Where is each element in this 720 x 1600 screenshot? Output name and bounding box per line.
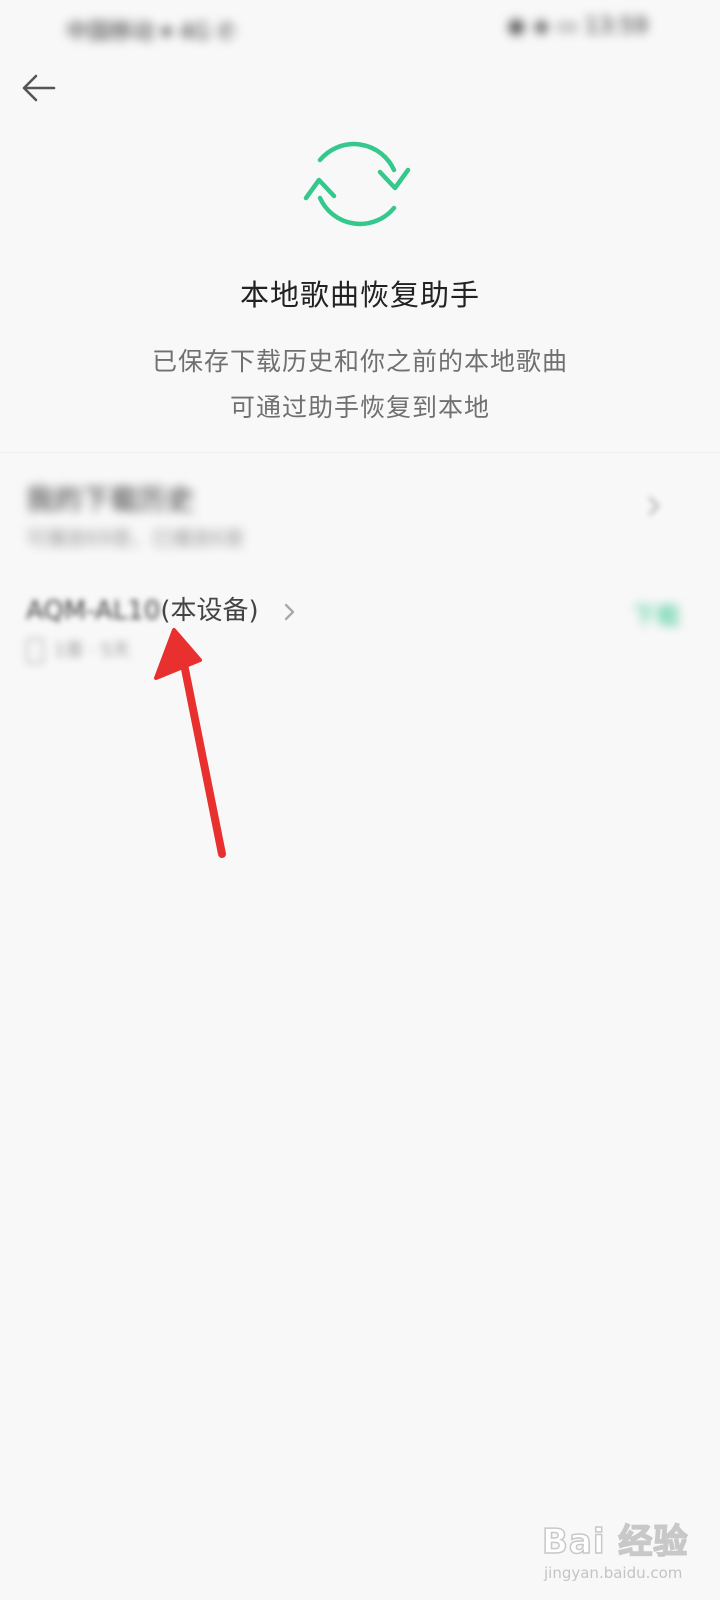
watermark-logo: Bai 经验 bbox=[541, 1521, 689, 1563]
download-history-row[interactable]: 我的下载历史 可播放69首，已播放6首 bbox=[0, 466, 720, 566]
download-history-title: 我的下载历史 bbox=[26, 483, 195, 516]
device-row: AQM-AL10(本设备) 1首 · 5天 下载 bbox=[0, 580, 720, 680]
chevron-right-icon bbox=[648, 496, 660, 516]
phone-icon bbox=[26, 638, 44, 664]
chevron-right-icon bbox=[284, 603, 295, 620]
status-indicators: ◉ ◈ ▭ 13:59 bbox=[506, 14, 648, 39]
annotation-arrow-icon bbox=[154, 628, 226, 858]
description-line-2: 可通过助手恢复到本地 bbox=[229, 393, 490, 422]
status-carrier: 中国移动 ▾ 4G ✆ bbox=[66, 20, 236, 45]
download-button[interactable]: 下载 bbox=[632, 596, 680, 631]
watermark-url: jingyan.baidu.com bbox=[544, 1564, 683, 1582]
device-info: 1首 · 5天 bbox=[26, 636, 130, 664]
device-info-text: 1首 · 5天 bbox=[54, 640, 131, 661]
page-title: 本地歌曲恢复助手 bbox=[239, 278, 480, 312]
status-bar: 中国移动 ▾ 4G ✆ ◉ ◈ ▭ 13:59 bbox=[0, 0, 720, 56]
download-history-subtitle: 可播放69首，已播放6首 bbox=[26, 526, 245, 550]
screen: 中国移动 ▾ 4G ✆ ◉ ◈ ▭ 13:59 本地歌曲恢复助手 已保存下载历史… bbox=[0, 0, 720, 1600]
description-line-1: 已保存下载历史和你之前的本地歌曲 bbox=[151, 347, 568, 376]
watermark: Bai 经验 jingyan.baidu.com bbox=[540, 1508, 700, 1588]
device-model: AQM-AL10 bbox=[26, 596, 161, 626]
sync-icon bbox=[303, 141, 411, 227]
back-arrow-icon bbox=[22, 74, 56, 102]
back-button[interactable] bbox=[16, 66, 60, 110]
divider bbox=[0, 452, 720, 453]
